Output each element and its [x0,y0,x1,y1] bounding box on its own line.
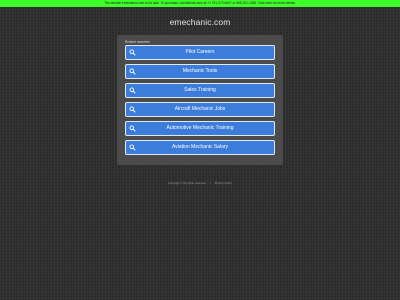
copyright-text: Copyright © All rights reserved. [167,181,207,185]
search-icon [129,106,136,113]
related-searches-panel: Related searches Pilot Careers Mechanic … [117,35,283,165]
search-link-automotive-mechanic-training[interactable]: Automotive Mechanic Training [125,121,275,136]
search-link-sales-training[interactable]: Sales Training [125,83,275,98]
search-link-aircraft-mechanic-jobs[interactable]: Aircraft Mechanic Jobs [125,102,275,117]
search-link-pilot-careers[interactable]: Pilot Careers [125,45,275,60]
footer: Copyright © All rights reserved. | Priva… [0,181,400,185]
search-link-label: Automotive Mechanic Training [166,125,234,131]
search-icon [129,144,136,151]
search-link-label: Pilot Careers [185,49,215,55]
footer-separator: | [210,181,211,185]
search-icon [129,68,136,75]
site-title: emechanic.com [169,17,231,27]
search-icon [129,125,136,132]
domain-sale-banner[interactable]: The domain emechanic.com is for sale. To… [0,0,400,7]
related-searches-list: Pilot Careers Mechanic Tools Sales Train… [125,45,275,159]
search-link-label: Aviation Mechanic Salary [171,144,229,150]
search-link-label: Aircraft Mechanic Jobs [174,106,226,112]
search-link-label: Sales Training [184,87,216,93]
search-icon [129,87,136,94]
search-link-aviation-mechanic-salary[interactable]: Aviation Mechanic Salary [125,140,275,155]
search-link-label: Mechanic Tools [182,68,218,74]
related-searches-label: Related searches [125,40,150,44]
privacy-policy-link[interactable]: Privacy Policy [215,181,232,185]
search-link-mechanic-tools[interactable]: Mechanic Tools [125,64,275,79]
search-icon [129,49,136,56]
